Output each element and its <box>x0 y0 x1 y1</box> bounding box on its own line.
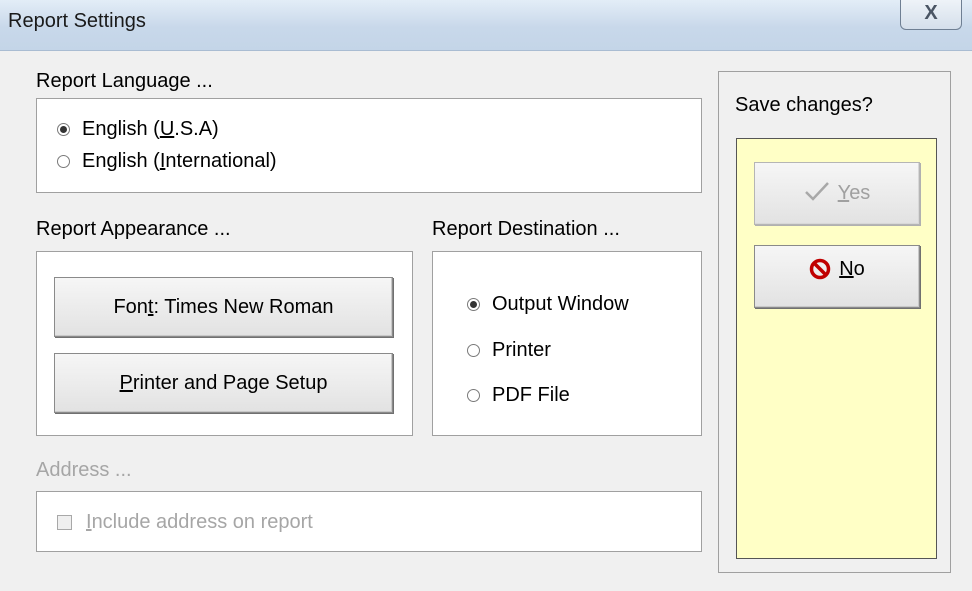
destination-option-output-window[interactable]: Output Window <box>467 293 629 316</box>
checkmark-icon <box>804 180 830 208</box>
report-settings-dialog: Report Settings X Report Language ... En… <box>0 0 972 591</box>
destination-option-pdf-file[interactable]: PDF File <box>467 384 570 407</box>
no-entry-icon <box>809 258 831 286</box>
language-usa-label: English (U.S.A) <box>82 118 219 140</box>
radio-output-window[interactable] <box>467 298 480 311</box>
printer-label: Printer <box>492 339 551 361</box>
printer-page-setup-label: Printer and Page Setup <box>119 371 328 394</box>
report-destination-label: Report Destination ... <box>432 218 620 240</box>
pdf-file-label: PDF File <box>492 384 570 406</box>
radio-pdf-file[interactable] <box>467 389 480 402</box>
address-group: Include address on report <box>36 491 702 552</box>
save-changes-question: Save changes? <box>735 94 873 116</box>
language-international-label: English (International) <box>82 150 277 172</box>
close-icon: X <box>924 2 938 24</box>
include-address-option[interactable]: Include address on report <box>57 511 313 534</box>
radio-printer[interactable] <box>467 344 480 357</box>
radio-international[interactable] <box>57 155 70 168</box>
report-destination-group: Output Window Printer PDF File <box>432 251 702 436</box>
font-button-label: Font: Times New Roman <box>113 295 334 318</box>
report-appearance-group: Font: Times New Roman Printer and Page S… <box>36 251 413 436</box>
no-button-label: No <box>839 258 865 280</box>
yes-button-label: Yes <box>837 182 871 204</box>
report-language-label: Report Language ... <box>36 70 213 92</box>
close-button[interactable]: X <box>900 0 962 30</box>
destination-option-printer[interactable]: Printer <box>467 339 551 362</box>
printer-page-setup-button[interactable]: Printer and Page Setup <box>54 353 393 413</box>
report-appearance-label: Report Appearance ... <box>36 218 231 240</box>
window-title: Report Settings <box>8 10 146 32</box>
yes-button[interactable]: Yes <box>754 162 920 225</box>
radio-usa[interactable] <box>57 123 70 136</box>
address-label: Address ... <box>36 459 132 481</box>
report-language-group: English (U.S.A) English (International) <box>36 98 702 193</box>
include-address-label: Include address on report <box>86 511 313 533</box>
title-bar[interactable]: Report Settings X <box>0 0 972 51</box>
language-option-usa[interactable]: English (U.S.A) <box>57 118 219 141</box>
no-button[interactable]: No <box>754 245 920 308</box>
font-button[interactable]: Font: Times New Roman <box>54 277 393 337</box>
include-address-checkbox[interactable] <box>57 515 72 530</box>
output-window-label: Output Window <box>492 293 629 315</box>
language-option-international[interactable]: English (International) <box>57 150 277 173</box>
